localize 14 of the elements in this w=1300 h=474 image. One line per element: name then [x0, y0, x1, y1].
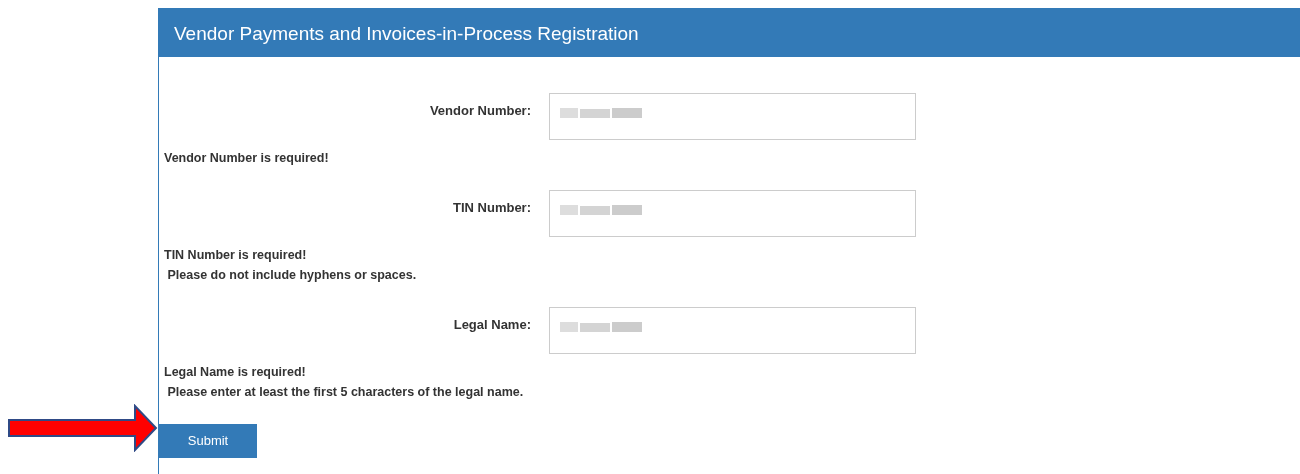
validation-message: TIN Number is required!	[164, 247, 308, 264]
arrow-icon	[8, 404, 158, 452]
panel-header: Vendor Payments and Invoices-in-Process Registration	[159, 8, 1300, 57]
input-field[interactable]	[549, 190, 916, 237]
field-label: Vendor Number:	[428, 102, 532, 120]
validation-message: Legal Name is required!	[164, 364, 307, 381]
field-label: TIN Number:	[452, 199, 532, 217]
field-label: Legal Name:	[452, 316, 532, 334]
input-field[interactable]	[549, 93, 916, 140]
validation-message: Please enter at least the first 5 characters of the legal name.	[166, 384, 525, 401]
submit-button[interactable]: Submit	[159, 424, 257, 458]
input-field[interactable]	[549, 307, 916, 354]
validation-message: Vendor Number is required!	[164, 150, 330, 167]
validation-message: Please do not include hyphens or spaces.	[166, 267, 418, 284]
